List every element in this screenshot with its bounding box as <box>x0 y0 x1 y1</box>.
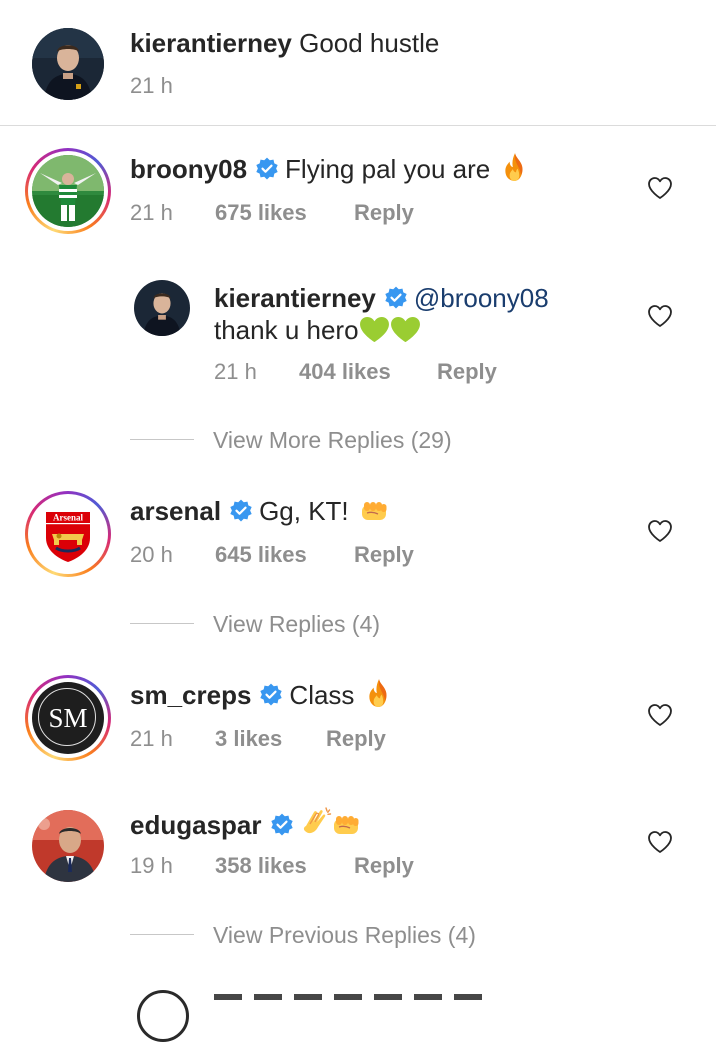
sm-creps-logo-text: SM <box>48 703 88 733</box>
comment-likes[interactable]: 645 likes <box>215 541 307 569</box>
comment-text: Flying pal you are <box>285 154 491 184</box>
verified-badge-icon <box>259 683 283 707</box>
reply-button[interactable]: Reply <box>354 541 414 569</box>
reply-line-2: thank u hero <box>214 313 421 347</box>
comment-arsenal-line: arsenal Gg, KT! <box>130 494 388 528</box>
comment-username[interactable]: broony08 <box>130 154 247 184</box>
caption-avatar[interactable] <box>32 28 104 100</box>
view-replies-line <box>130 934 194 935</box>
sm-creps-avatar[interactable]: SM <box>25 675 111 761</box>
comment-sm-creps-line: sm_creps Class <box>130 678 392 712</box>
clapping-hands-icon <box>300 806 332 838</box>
next-comment-avatar-partial <box>137 990 189 1042</box>
comment-likes[interactable]: 675 likes <box>215 199 307 227</box>
comment-edugaspar-line: edugaspar <box>130 806 360 842</box>
view-replies-line <box>130 439 194 440</box>
green-heart-icon <box>359 316 390 343</box>
arsenal-avatar[interactable]: Arsenal <box>25 491 111 577</box>
comment-username[interactable]: arsenal <box>130 496 221 526</box>
comment-likes[interactable]: 358 likes <box>215 852 307 880</box>
reply-line-1: kierantierney @broony08 <box>214 281 549 315</box>
kierantierney-avatar-image <box>134 280 190 336</box>
like-heart-icon[interactable] <box>647 519 673 543</box>
comment-username[interactable]: sm_creps <box>130 680 251 710</box>
verified-badge-icon <box>384 286 408 310</box>
fist-icon <box>360 500 388 524</box>
like-heart-icon[interactable] <box>647 304 673 328</box>
comment-time: 21 h <box>130 726 173 751</box>
caption-divider <box>0 125 716 126</box>
like-heart-icon[interactable] <box>647 703 673 727</box>
reply-mention[interactable]: @broony08 <box>414 283 549 313</box>
broony08-avatar-image <box>32 155 104 227</box>
verified-badge-icon <box>255 157 279 181</box>
comment-broony08-line: broony08 Flying pal you are <box>130 152 528 186</box>
comment-time: 19 h <box>130 853 173 878</box>
comment-arsenal-meta: 20 h 645 likes Reply <box>130 541 414 569</box>
reply-likes[interactable]: 404 likes <box>299 358 391 386</box>
caption-text: Good hustle <box>299 28 440 58</box>
green-heart-icon <box>390 316 421 343</box>
broony08-avatar[interactable] <box>25 148 111 234</box>
fire-icon <box>366 678 392 708</box>
caption-username[interactable]: kierantierney <box>130 28 292 58</box>
caption-line: kierantierney Good hustle <box>130 26 439 60</box>
fire-icon <box>502 152 528 182</box>
view-previous-replies-button[interactable]: View Previous Replies (4) <box>213 920 476 950</box>
svg-text:Arsenal: Arsenal <box>53 513 83 523</box>
reply-button[interactable]: Reply <box>354 199 414 227</box>
comment-username[interactable]: edugaspar <box>130 810 262 840</box>
comment-text: Gg, KT! <box>259 496 349 526</box>
like-heart-icon[interactable] <box>647 830 673 854</box>
comment-edugaspar-meta: 19 h 358 likes Reply <box>130 852 414 880</box>
verified-badge-icon <box>229 499 253 523</box>
edugaspar-avatar-image <box>32 810 104 882</box>
comment-text: Class <box>289 680 355 710</box>
comment-sm-creps-meta: 21 h 3 likes Reply <box>130 725 386 753</box>
edugaspar-avatar[interactable] <box>32 810 104 882</box>
comment-time: 21 h <box>130 200 173 225</box>
reply-button[interactable]: Reply <box>354 852 414 880</box>
fist-icon <box>332 814 360 838</box>
view-more-replies-button[interactable]: View More Replies (29) <box>213 425 452 455</box>
comment-likes[interactable]: 3 likes <box>215 725 282 753</box>
arsenal-crest-image: Arsenal <box>32 498 104 570</box>
reply-avatar[interactable] <box>134 280 190 336</box>
reply-button[interactable]: Reply <box>437 358 497 386</box>
next-comment-partial-bar <box>214 994 494 1000</box>
reply-time: 21 h <box>214 359 257 384</box>
reply-text: thank u hero <box>214 315 359 345</box>
reply-button[interactable]: Reply <box>326 725 386 753</box>
kierantierney-avatar-image <box>32 28 104 100</box>
reply-meta: 21 h 404 likes Reply <box>214 358 497 386</box>
comment-time: 20 h <box>130 542 173 567</box>
like-heart-icon[interactable] <box>647 176 673 200</box>
view-replies-button[interactable]: View Replies (4) <box>213 609 380 639</box>
verified-badge-icon <box>270 813 294 837</box>
comment-broony08-meta: 21 h 675 likes Reply <box>130 199 414 227</box>
reply-username[interactable]: kierantierney <box>214 283 376 313</box>
view-replies-line <box>130 623 194 624</box>
caption-time: 21 h <box>130 73 173 98</box>
